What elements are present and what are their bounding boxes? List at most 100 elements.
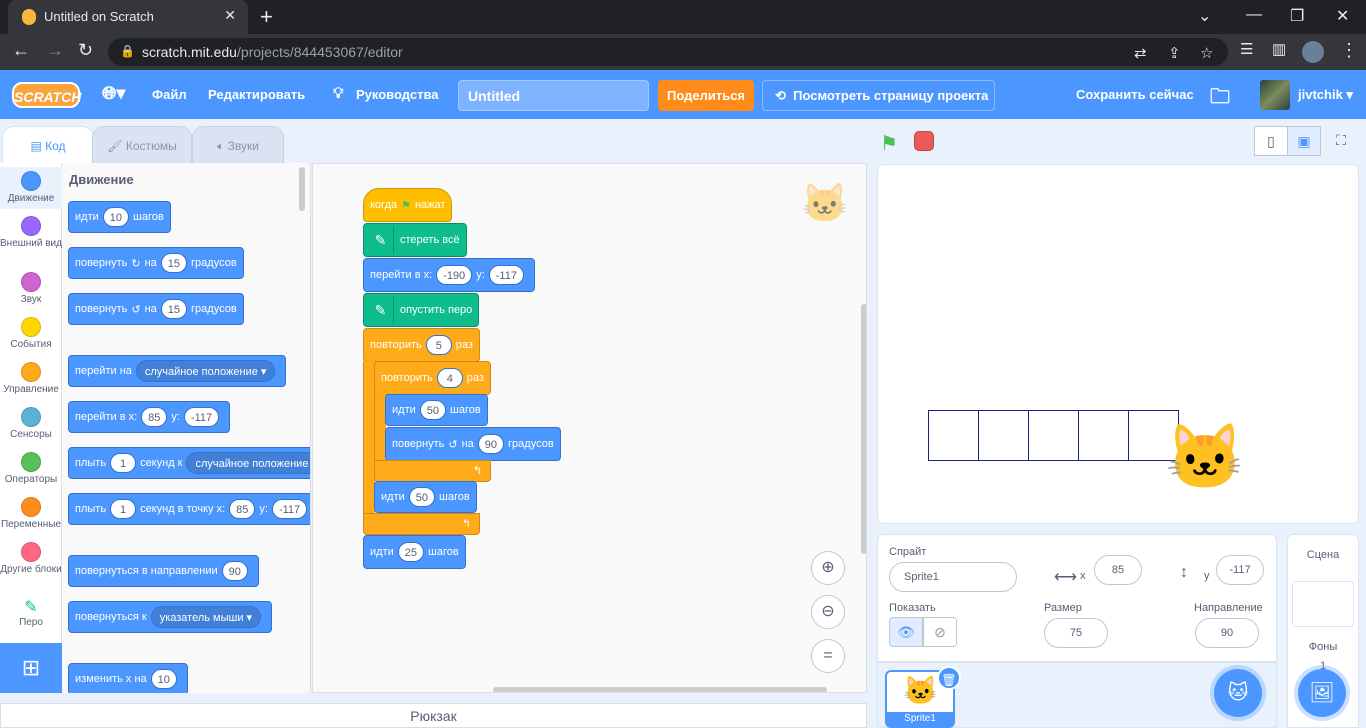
category-motion[interactable]: Движение bbox=[0, 167, 62, 209]
block-input[interactable]: 90 bbox=[221, 561, 248, 581]
small-stage-mode-button[interactable]: ▯ bbox=[1254, 126, 1288, 156]
backdrop-thumbnail[interactable] bbox=[1292, 581, 1354, 627]
tab-search-icon[interactable]: ⌄ bbox=[1198, 6, 1211, 26]
script-move-steps[interactable]: идти 25 шагов bbox=[363, 535, 466, 569]
language-globe-icon[interactable]: 🌐︎▾ bbox=[102, 83, 125, 104]
category-looks[interactable]: Внешний вид bbox=[0, 216, 62, 249]
zoom-in-button[interactable]: ⊕ bbox=[811, 551, 845, 585]
back-icon[interactable]: ← bbox=[12, 40, 30, 61]
url-field[interactable]: 🔒 scratch.mit.edu/projects/844453067/edi… bbox=[108, 38, 1228, 66]
new-tab-icon[interactable]: + bbox=[260, 4, 273, 30]
y-input[interactable]: -117 bbox=[1216, 555, 1264, 585]
block-input[interactable]: 50 bbox=[419, 400, 446, 420]
script-repeat-outer[interactable]: повторить 5 раз bbox=[363, 328, 480, 362]
script-area[interactable]: 🐱 когда ⚑ нажат ✎ стереть всё перейти в x: -… bbox=[312, 163, 867, 693]
backpack[interactable]: Рюкзак bbox=[0, 703, 867, 728]
forward-icon[interactable]: → bbox=[46, 40, 64, 61]
sprite-cat-icon[interactable]: 🐱 bbox=[1165, 420, 1245, 495]
palette-block-point-towards[interactable]: повернуться к указатель мыши ▾ bbox=[68, 601, 273, 633]
save-now-button[interactable]: Сохранить сейчас bbox=[1076, 87, 1194, 102]
script-when-flag-clicked[interactable]: когда ⚑ нажат bbox=[363, 188, 453, 222]
browser-menu-icon[interactable]: ⋮ bbox=[1340, 40, 1358, 61]
reading-list-icon[interactable]: ☰ bbox=[1240, 40, 1253, 58]
script-move-steps[interactable]: идти 50 шагов bbox=[374, 481, 477, 513]
category-sensing[interactable]: Сенсоры bbox=[0, 407, 62, 440]
block-input[interactable]: 10 bbox=[150, 669, 177, 689]
block-input[interactable]: 1 bbox=[110, 499, 137, 519]
tutorials-menu[interactable]: Руководства bbox=[356, 87, 439, 102]
script-vertical-scrollbar[interactable] bbox=[861, 304, 866, 554]
category-pen[interactable]: ✎ Перо bbox=[0, 597, 62, 628]
translate-icon[interactable]: ⇄ bbox=[1134, 44, 1147, 62]
block-input[interactable]: 85 bbox=[141, 407, 168, 427]
palette-block-glide-xy[interactable]: плыть 1 секунд в точку x: 85 y: -117 bbox=[68, 493, 310, 525]
close-window-icon[interactable]: ✕ bbox=[1336, 6, 1349, 26]
minimize-icon[interactable]: — bbox=[1246, 6, 1262, 24]
scratch-logo[interactable]: SCRATCH bbox=[12, 82, 81, 108]
block-input[interactable]: -117 bbox=[183, 407, 220, 427]
script-goto-xy[interactable]: перейти в x: -190 у: -117 bbox=[363, 258, 535, 292]
category-control[interactable]: Управление bbox=[0, 362, 62, 395]
user-avatar[interactable] bbox=[1260, 80, 1290, 110]
hide-sprite-button[interactable]: ⊘ bbox=[923, 617, 957, 647]
script-repeat-inner[interactable]: повторить 4 раз bbox=[374, 361, 491, 395]
reload-icon[interactable]: ↻ bbox=[78, 40, 93, 61]
category-sound[interactable]: Звук bbox=[0, 272, 62, 305]
green-flag-icon[interactable]: ⚑ bbox=[880, 131, 898, 156]
block-input[interactable]: -190 bbox=[436, 265, 473, 285]
browser-tab[interactable]: Untitled on Scratch ✕ bbox=[8, 0, 248, 34]
username-menu[interactable]: jivtchik ▾ bbox=[1298, 87, 1353, 103]
palette-block-change-x[interactable]: изменить x на 10 bbox=[68, 663, 188, 693]
tab-code[interactable]: ▤ Код bbox=[2, 126, 94, 164]
stage-canvas[interactable]: 🐱 bbox=[877, 164, 1359, 524]
block-dropdown[interactable]: указатель мыши ▾ bbox=[150, 606, 262, 628]
block-dropdown[interactable]: случайное положение ▾ bbox=[186, 452, 310, 474]
block-input[interactable]: 15 bbox=[160, 299, 188, 319]
category-my-blocks[interactable]: Другие блоки bbox=[0, 542, 62, 575]
block-input[interactable]: 10 bbox=[102, 207, 129, 227]
add-extension-button[interactable]: ⊞ bbox=[0, 643, 62, 693]
block-input[interactable]: 90 bbox=[477, 434, 505, 454]
block-input[interactable]: 85 bbox=[229, 499, 256, 519]
fullscreen-button[interactable]: ⛶ bbox=[1324, 126, 1358, 156]
block-input[interactable]: 25 bbox=[397, 542, 424, 562]
block-input[interactable]: 50 bbox=[408, 487, 435, 507]
project-title-input[interactable]: Untitled bbox=[458, 80, 649, 111]
profile-avatar[interactable] bbox=[1302, 41, 1324, 63]
stop-icon[interactable] bbox=[914, 131, 934, 151]
direction-input[interactable]: 90 bbox=[1195, 618, 1259, 648]
close-tab-icon[interactable]: ✕ bbox=[224, 7, 236, 24]
category-operators[interactable]: Операторы bbox=[0, 452, 62, 485]
see-project-page-button[interactable]: ⟲ Посмотреть страницу проекта bbox=[762, 80, 995, 111]
normal-stage-mode-button[interactable]: ▣ bbox=[1287, 126, 1321, 156]
lock-icon[interactable]: 🔒 bbox=[120, 44, 135, 58]
zoom-out-button[interactable]: ⊖ bbox=[811, 595, 845, 629]
block-input[interactable]: 4 bbox=[436, 368, 463, 388]
palette-block-goto-xy[interactable]: перейти в x: 85 y: -117 bbox=[68, 401, 231, 433]
palette-block-glide[interactable]: плыть1секунд кслучайное положение ▾ bbox=[68, 447, 310, 479]
script-pen-down[interactable]: ✎ опустить перо bbox=[363, 293, 480, 327]
category-variables[interactable]: Переменные bbox=[0, 497, 62, 530]
block-dropdown[interactable]: случайное положение ▾ bbox=[135, 360, 276, 382]
x-input[interactable]: 85 bbox=[1094, 555, 1142, 585]
block-input[interactable]: -117 bbox=[488, 265, 524, 285]
palette-block-goto[interactable]: перейти на случайное положение ▾ bbox=[68, 355, 287, 387]
choose-backdrop-button[interactable]: 🖼︎ bbox=[1298, 669, 1346, 717]
side-panel-icon[interactable]: ▥ bbox=[1272, 40, 1286, 58]
block-input[interactable]: 15 bbox=[160, 253, 188, 273]
restore-icon[interactable]: ❐ bbox=[1290, 6, 1304, 26]
tab-costumes[interactable]: 🖌︎ Костюмы bbox=[92, 126, 192, 164]
choose-sprite-button[interactable]: 🐱︎ bbox=[1214, 669, 1262, 717]
script-horizontal-scrollbar[interactable] bbox=[493, 687, 827, 692]
block-input[interactable]: -117 bbox=[271, 499, 308, 519]
palette-block-move-steps[interactable]: идти 10 шагов bbox=[68, 201, 171, 233]
tab-sounds[interactable]: 🔈︎ Звуки bbox=[192, 126, 284, 164]
sprite-name-input[interactable]: Sprite1 bbox=[889, 562, 1017, 592]
delete-sprite-button[interactable]: 🗑︎ bbox=[937, 666, 961, 690]
palette-block-turn-left[interactable]: повернуть ↺ на 15 градусов bbox=[68, 293, 244, 325]
block-input[interactable]: 1 bbox=[110, 453, 137, 473]
zoom-reset-button[interactable]: = bbox=[811, 639, 845, 673]
block-input[interactable]: 5 bbox=[425, 335, 452, 355]
category-events[interactable]: События bbox=[0, 317, 62, 350]
palette-block-turn-right[interactable]: повернуть ↻ на 15 градусов bbox=[68, 247, 244, 279]
